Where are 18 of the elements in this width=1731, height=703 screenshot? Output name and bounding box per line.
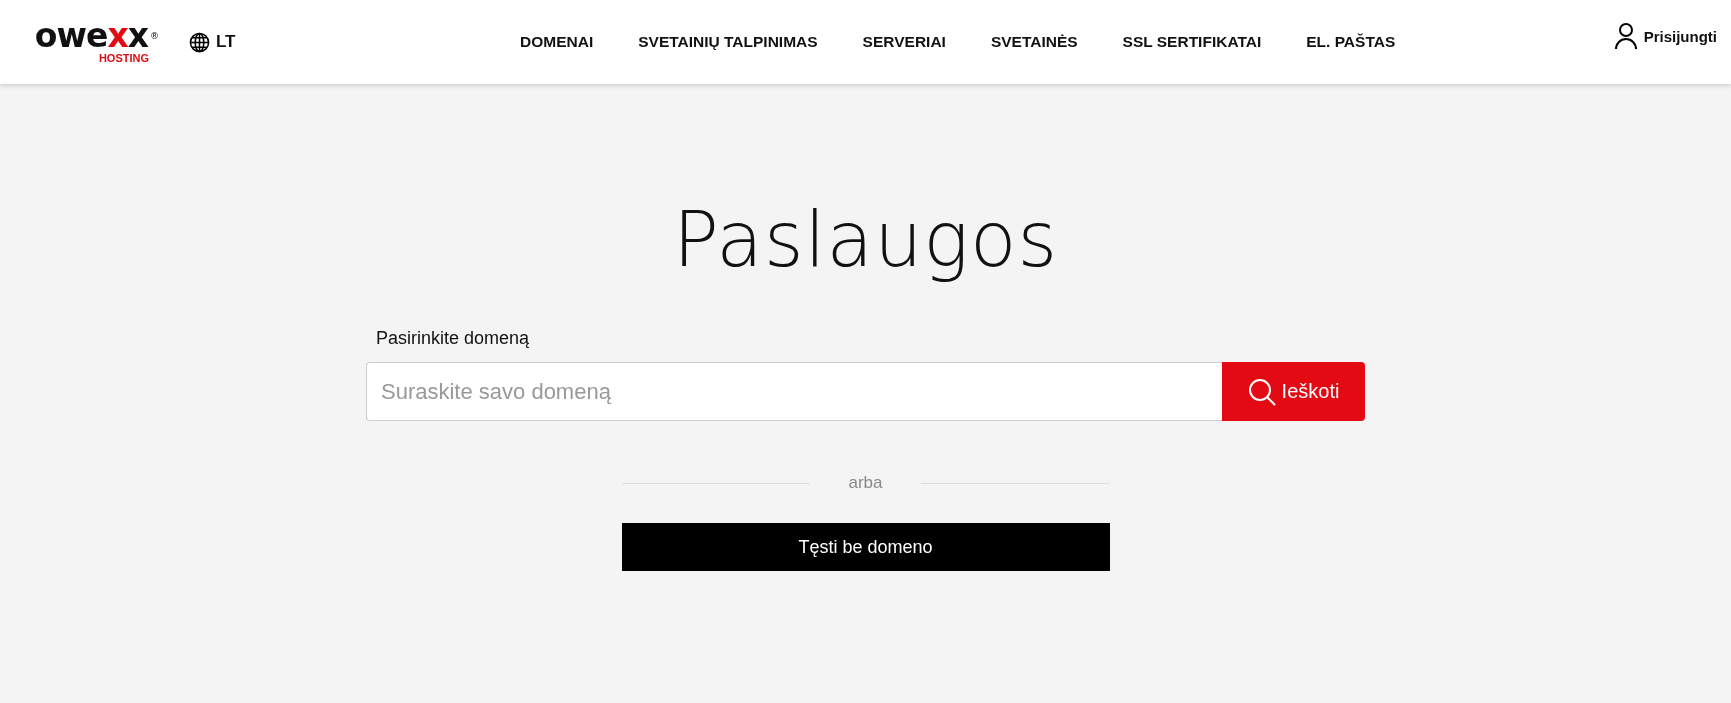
domain-search-field[interactable]: Suraskite savo domeną — [366, 362, 1222, 421]
nav-link[interactable]: EL. PAŠTAS — [1306, 33, 1396, 51]
nav-link[interactable]: SSL SERTIFIKATAI — [1122, 33, 1262, 51]
user-icon — [1613, 22, 1638, 50]
separator-text: arba — [848, 473, 883, 493]
continue-button[interactable]: Tęsti be domeno — [621, 523, 1110, 571]
search-button[interactable]: Ieškoti — [1222, 362, 1365, 421]
field-label: Pasirinkite domeną — [376, 328, 530, 349]
nav-link[interactable]: SERVERIAI — [862, 33, 946, 51]
nav-link[interactable]: SVETAINIŲ TALPINIMAS — [638, 33, 818, 51]
logo-tagline: HOSTING — [98, 51, 149, 64]
logo[interactable]: owexx® — [34, 20, 159, 51]
login-link[interactable]: Prisijungti — [1613, 22, 1717, 50]
language-selector[interactable]: LT — [189, 31, 236, 53]
globe-icon — [189, 31, 210, 53]
nav-link[interactable]: DOMENAI — [520, 33, 594, 51]
search-icon — [1247, 377, 1276, 406]
nav-link[interactable]: SVETAINĖS — [990, 33, 1078, 51]
